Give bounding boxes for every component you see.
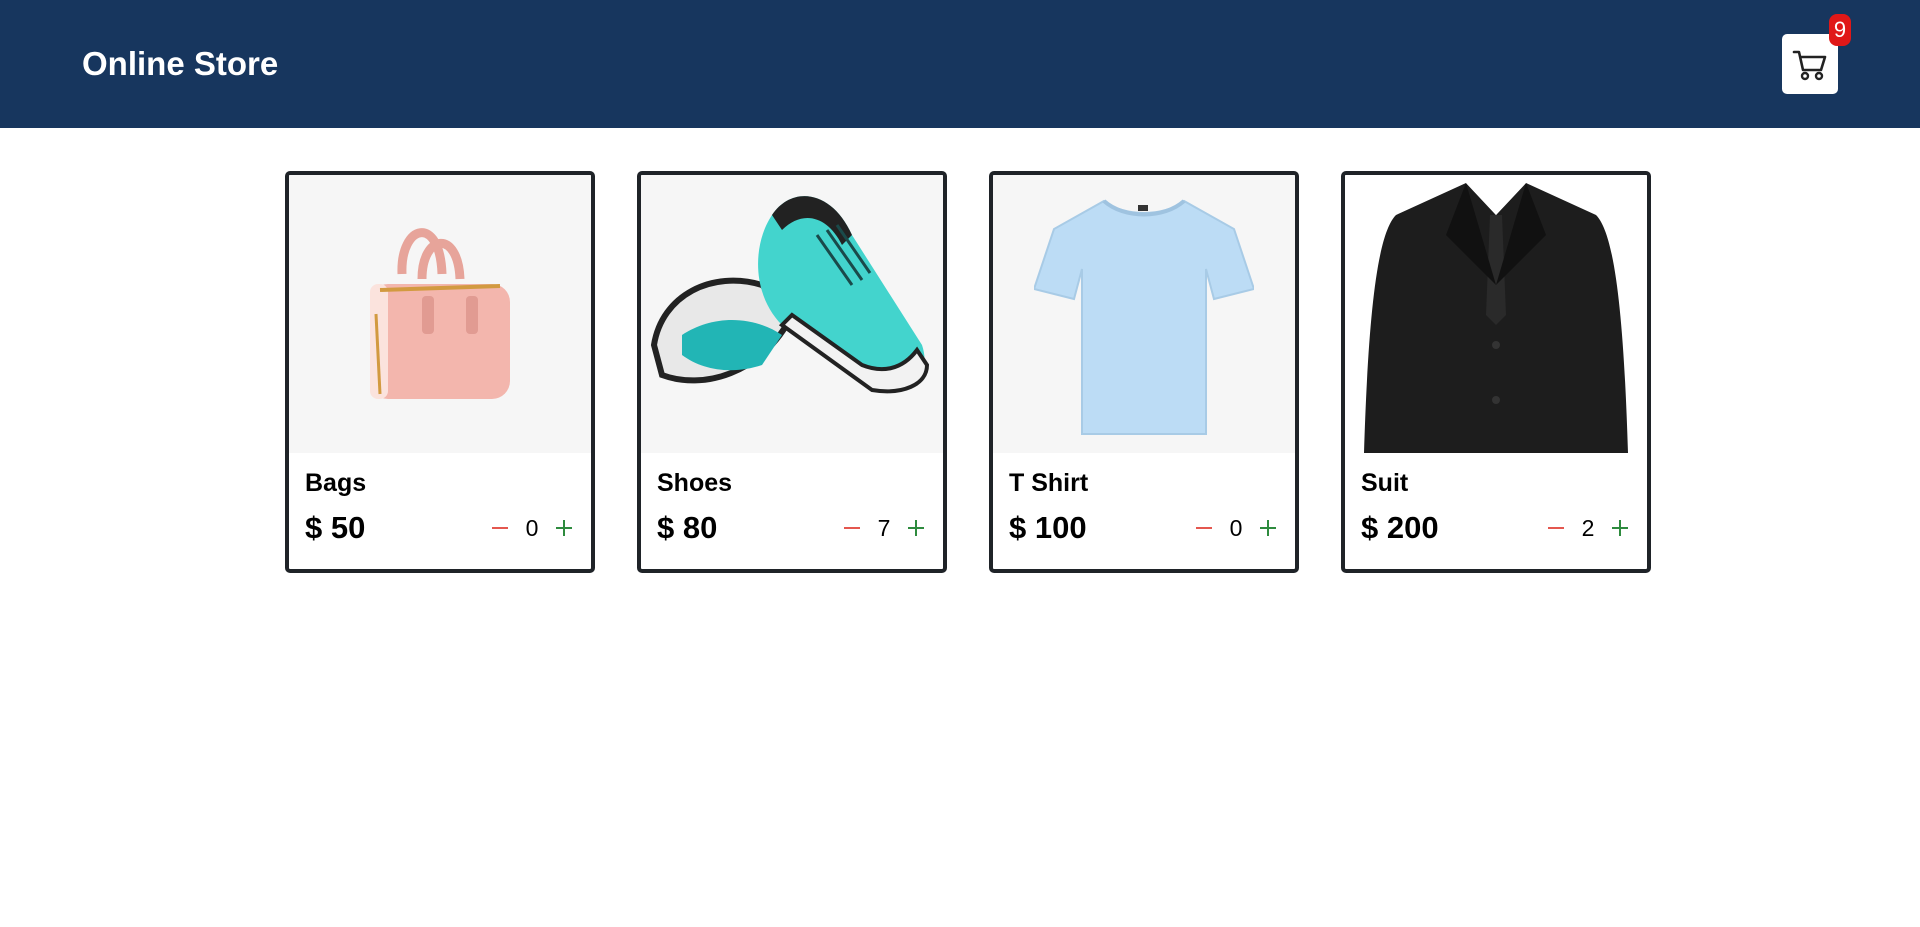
product-price: $ 80 (657, 510, 718, 545)
header: Online Store 9 (0, 0, 1920, 128)
plus-icon (1260, 520, 1276, 536)
product-card-shoes: Shoes $ 80 7 (637, 171, 947, 573)
decrease-button[interactable] (489, 517, 511, 539)
suit-image (1364, 175, 1628, 453)
product-image-shoes (641, 175, 943, 453)
decrease-button[interactable] (1193, 517, 1215, 539)
increase-button[interactable] (1257, 517, 1279, 539)
quantity-stepper: 0 (489, 515, 575, 542)
product-grid: Bags $ 50 0 Shoes $ 80 7 T Shirt $ 100 0… (0, 171, 1920, 573)
product-image-suit (1345, 175, 1647, 453)
tshirt-image (1034, 199, 1254, 435)
decrease-button[interactable] (1545, 517, 1567, 539)
increase-button[interactable] (1609, 517, 1631, 539)
minus-icon (844, 527, 860, 529)
product-name: T Shirt (1009, 469, 1089, 497)
minus-icon (1196, 527, 1212, 529)
quantity-value: 0 (1229, 514, 1243, 541)
minus-icon (1548, 527, 1564, 529)
increase-button[interactable] (553, 517, 575, 539)
minus-icon (492, 527, 508, 529)
running-shoes-image (650, 196, 930, 394)
quantity-value: 7 (877, 514, 891, 541)
quantity-value: 2 (1581, 514, 1595, 541)
product-card-bags: Bags $ 50 0 (285, 171, 595, 573)
quantity-stepper: 2 (1545, 515, 1631, 542)
product-card-t-shirt: T Shirt $ 100 0 (989, 171, 1299, 573)
product-price: $ 100 (1009, 510, 1087, 545)
plus-icon (1612, 520, 1628, 536)
product-image-t-shirt (993, 175, 1295, 453)
product-price: $ 50 (305, 510, 366, 545)
decrease-button[interactable] (841, 517, 863, 539)
quantity-value: 0 (525, 514, 539, 541)
handbag-image (370, 228, 510, 399)
cart-count-badge: 9 (1829, 14, 1851, 46)
product-image-bags (289, 175, 591, 453)
product-price: $ 200 (1361, 510, 1439, 545)
product-card-suit: Suit $ 200 2 (1341, 171, 1651, 573)
cart-icon (1792, 50, 1827, 81)
quantity-stepper: 0 (1193, 515, 1279, 542)
product-name: Suit (1361, 469, 1409, 497)
increase-button[interactable] (905, 517, 927, 539)
product-name: Shoes (657, 469, 733, 497)
quantity-stepper: 7 (841, 515, 927, 542)
product-name: Bags (305, 469, 367, 497)
plus-icon (908, 520, 924, 536)
store-title: Online Store (82, 45, 279, 82)
cart-button[interactable]: 9 (1782, 14, 1851, 94)
plus-icon (556, 520, 572, 536)
